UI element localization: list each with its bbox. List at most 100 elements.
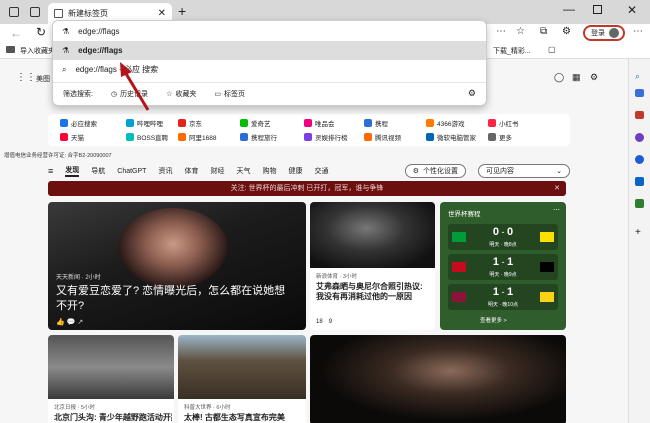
page-search-icon[interactable]: ◯ (554, 72, 564, 83)
news-card-bottom-3[interactable] (310, 335, 566, 423)
close-window-button[interactable]: ✕ (627, 3, 637, 17)
sidebar-games-icon[interactable] (635, 199, 644, 208)
nav-item[interactable]: 交通 (314, 166, 328, 176)
nav-item[interactable]: 财经 (210, 166, 224, 176)
visible-content-select[interactable]: 可见内容 ⌄ (478, 164, 570, 178)
site-icon (488, 133, 496, 141)
sidebar-tag-icon[interactable] (635, 89, 644, 97)
favorite-link[interactable]: 下载_精彩... (493, 46, 531, 56)
search-settings-icon[interactable]: ⚙ (468, 88, 476, 99)
quick-link[interactable]: BOSS直聘 (126, 132, 168, 142)
page-grid-icon[interactable]: ▦ (572, 72, 581, 83)
apps-grid-icon[interactable]: ⋮⋮ (16, 72, 36, 83)
nav-item[interactable]: 天气 (236, 166, 250, 176)
banner-close-icon[interactable]: ✕ (554, 181, 560, 196)
quick-link[interactable]: 哔哩哔哩 (126, 118, 163, 128)
quick-link[interactable]: 小红书 (488, 118, 519, 128)
quick-link[interactable]: 必应搜索 (60, 118, 97, 128)
extensions-icon[interactable]: ⚙ (562, 26, 571, 37)
settings-more-icon[interactable]: ⋯ (633, 26, 643, 37)
quick-link[interactable]: 阿里1688 (178, 132, 216, 142)
personalize-button[interactable]: ⚙ 个性化设置 (404, 164, 466, 178)
maximize-button[interactable] (593, 5, 602, 14)
nav-item[interactable]: 发现 (65, 165, 80, 177)
quick-link[interactable]: 爱奇艺 (240, 118, 271, 128)
nav-item[interactable]: 购物 (262, 166, 276, 176)
quick-link[interactable]: 唯品会 (304, 118, 335, 128)
like-count[interactable]: 18 (316, 319, 323, 325)
login-button[interactable]: 登录 (583, 25, 625, 41)
quick-link[interactable]: 更多 (488, 132, 512, 142)
minimize-button[interactable]: — (563, 2, 575, 16)
page-settings-icon[interactable]: ⚙ (590, 72, 598, 83)
scores-more-icon[interactable]: ⋯ (553, 206, 560, 214)
news-card-main[interactable]: 天天新闻 · 2小时 又有爱豆恋爱了? 恋情曝光后，怎么都在说她想不开? 👍 💬… (48, 202, 306, 330)
match-row[interactable]: 0 - 0 明天 · 晚8点 (448, 224, 558, 250)
sidebar-person-icon[interactable] (635, 133, 644, 142)
workspace-icon[interactable] (9, 7, 19, 17)
import-favorites-link[interactable]: 导入收藏夹 (20, 46, 55, 56)
score-a: 1 (492, 256, 499, 268)
nav-item[interactable]: ChatGPT (117, 168, 146, 175)
flask-icon: ⚗ (62, 26, 70, 36)
nav-item[interactable]: 资讯 (158, 166, 172, 176)
tab-close-icon[interactable]: ✕ (158, 8, 166, 19)
scores-more-link[interactable]: 查看更多 > (480, 316, 507, 324)
news-banner[interactable]: 关注: 世界杯的最后冲刺 已开打，冠军，谁与争锋 ✕ (48, 181, 566, 196)
address-bar[interactable]: ⚗ edge://flags (53, 21, 486, 41)
filter-tabs[interactable]: ▭ 标签页 (214, 89, 245, 99)
quick-link[interactable]: 携程旅行 (240, 132, 277, 142)
quick-link[interactable]: 4366游戏 (426, 118, 464, 128)
quick-link[interactable]: 携程 (364, 118, 388, 128)
login-label: 登录 (591, 30, 605, 37)
quick-link[interactable]: 京东 (178, 118, 202, 128)
nav-item[interactable]: 体育 (184, 166, 198, 176)
site-icon (426, 133, 434, 141)
new-tab-button[interactable]: + (178, 3, 186, 19)
quick-link[interactable]: 灵娱排行榜 (304, 132, 348, 142)
quick-links-panel: 必应搜索 哔哩哔哩 京东 爱奇艺 唯品会 携程 4366游戏 小红书天猫 BOSS直聘 阿里168… (48, 114, 570, 146)
quick-link-label: 阿里1688 (189, 135, 217, 142)
nav-menu-icon[interactable]: ≡ (48, 166, 53, 176)
card-image (178, 335, 306, 399)
card-image (310, 202, 435, 268)
sidebar-outlook-icon[interactable] (635, 177, 644, 186)
news-card-side[interactable]: 新浪体育 · 3小时 艾弗森晒与奥尼尔合照引热议: 我没有再消耗过他的一原因 1… (310, 202, 435, 330)
quick-link[interactable]: 腾讯视频 (364, 132, 401, 142)
card-title: 太棒! 古都生态写真宣布完美 (184, 413, 285, 422)
quick-link[interactable]: 天猫 (60, 132, 84, 142)
comment-count[interactable]: 9 (329, 319, 332, 325)
sidebar-add-icon[interactable]: + (635, 227, 641, 238)
match-row[interactable]: 1 - 1 明天 · 晚9点 (448, 254, 558, 280)
sidebar-search-icon[interactable]: ⌕ (635, 71, 640, 82)
back-icon[interactable]: ← (10, 26, 22, 40)
site-icon (126, 119, 134, 127)
chevron-down-icon: ⌄ (556, 168, 562, 175)
tab-actions-icon[interactable] (30, 7, 40, 17)
more-tools-icon[interactable]: ⋯ (496, 26, 506, 37)
nav-item[interactable]: 导航 (91, 166, 105, 176)
address-input[interactable]: edge://flags (78, 27, 119, 36)
quick-link[interactable]: 微软电脑管家 (426, 132, 476, 142)
match-time: 明天 · 晚10点 (487, 302, 518, 308)
favorites-icon[interactable]: ☆ (516, 26, 525, 37)
other-favorites-icon[interactable]: ▢ (548, 45, 556, 54)
team-flag (539, 292, 554, 302)
sidebar-tools-icon[interactable] (635, 111, 644, 119)
score-a: 1 (492, 286, 499, 298)
sidebar-office-icon[interactable] (635, 155, 644, 164)
score-b: 0 (506, 226, 514, 238)
filter-favorites[interactable]: ☆ 收藏夹 (166, 89, 196, 99)
scores-card[interactable]: 世界杯赛程 ⋯ 0 - 0 明天 · 晚8点 1 - 1 明天 · 晚9点 1 - … (440, 202, 566, 330)
refresh-icon[interactable]: ↻ (36, 25, 46, 39)
suggestion-item[interactable]: ⚗ edge://flags (53, 41, 486, 60)
suggestion-item[interactable]: ⌕ edge://flags - 必应 搜索 (53, 60, 486, 79)
collections-icon[interactable]: ⧉ (540, 26, 547, 37)
news-card-bottom-2[interactable]: 科普大世界 · 6小时 太棒! 古都生态写真宣布完美 (178, 335, 306, 423)
news-card-bottom-1[interactable]: 北京日报 · 5小时 北京门头沟: 青少年越野跑活动开跑 (48, 335, 174, 423)
team-flag (452, 232, 466, 242)
nav-item[interactable]: 健康 (288, 166, 302, 176)
filter-history[interactable]: ◷ 历史记录 (111, 89, 148, 99)
quick-link-label: 灵娱排行榜 (315, 135, 348, 142)
match-row[interactable]: 1 - 1 明天 · 晚10点 (448, 284, 558, 310)
